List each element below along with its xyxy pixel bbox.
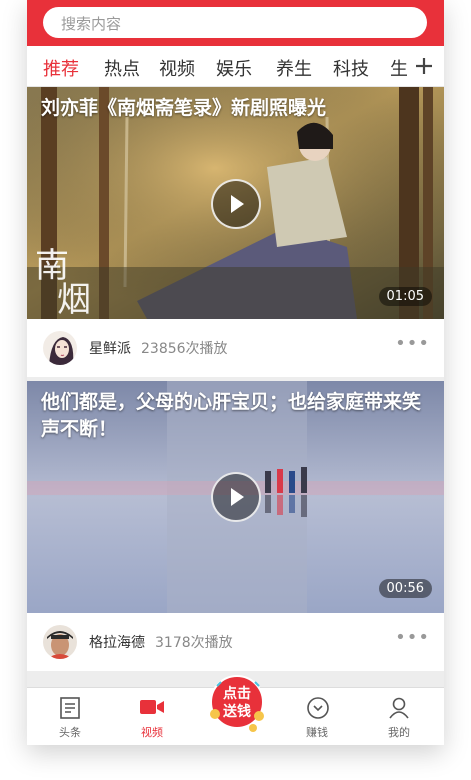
nav-earn-label: 赚钱 (306, 726, 328, 739)
more-options-icon[interactable]: ••• (395, 627, 430, 648)
tab-health[interactable]: 养生 (276, 55, 312, 81)
more-options-icon[interactable]: ••• (395, 333, 430, 354)
play-icon (231, 195, 244, 213)
category-tabs: 推荐 热点 视频 娱乐 养生 科技 生 (27, 46, 444, 87)
tab-tech[interactable]: 科技 (333, 55, 369, 81)
promo-line2: 送钱 (222, 703, 251, 720)
tab-recommend[interactable]: 推荐 (43, 55, 79, 81)
author-name[interactable]: 星鲜派 (89, 338, 131, 358)
video-duration: 01:05 (378, 287, 432, 306)
video-meta: 格拉海德 3178次播放 ••• (27, 613, 444, 671)
avatar[interactable] (43, 625, 77, 659)
promo-line1: 点击 (223, 685, 251, 702)
search-input[interactable]: 搜索内容 (43, 7, 427, 38)
top-bar: 搜索内容 (27, 0, 444, 46)
video-card[interactable]: 南 烟 刘亦菲《南烟斋笔录》新剧照曝光 01:05 星鲜派 23856次播放 •… (27, 87, 444, 377)
play-count: 23856次播放 (141, 341, 228, 357)
video-meta: 星鲜派 23856次播放 ••• (27, 319, 444, 377)
promo-badge[interactable]: 点击 送钱 (207, 672, 267, 734)
news-icon (60, 697, 80, 719)
search-placeholder: 搜索内容 (61, 15, 122, 33)
video-thumbnail[interactable]: 南 烟 刘亦菲《南烟斋笔录》新剧照曝光 01:05 (27, 87, 444, 319)
video-title[interactable]: 刘亦菲《南烟斋笔录》新剧照曝光 (41, 95, 432, 122)
tab-entertainment[interactable]: 娱乐 (216, 55, 252, 81)
play-icon (231, 488, 244, 506)
nav-mine[interactable]: 我的 (364, 688, 434, 745)
nav-mine-label: 我的 (388, 726, 410, 739)
user-icon (389, 697, 409, 719)
nav-news-label: 头条 (59, 726, 81, 739)
play-count: 3178次播放 (155, 635, 233, 651)
nav-earn[interactable]: 赚钱 (282, 688, 352, 745)
video-duration: 00:56 (378, 579, 432, 598)
video-title[interactable]: 他们都是，父母的心肝宝贝；也给家庭带来笑声不断！ (41, 389, 432, 443)
nav-video-label: 视频 (141, 726, 163, 739)
nav-video[interactable]: 视频 (117, 688, 187, 745)
avatar[interactable] (43, 331, 77, 365)
play-button[interactable] (211, 179, 261, 229)
phone-screen: 搜索内容 推荐 热点 视频 娱乐 养生 科技 生 南 烟 刘亦菲《南烟斋笔录》新… (27, 0, 444, 745)
video-card[interactable]: 他们都是，父母的心肝宝贝；也给家庭带来笑声不断！ 00:56 格拉海德 3178… (27, 381, 444, 671)
play-button[interactable] (211, 472, 261, 522)
author-name[interactable]: 格拉海德 (89, 632, 145, 652)
tab-video[interactable]: 视频 (159, 55, 195, 81)
tab-life[interactable]: 生 (390, 55, 407, 81)
plus-icon[interactable] (414, 51, 434, 82)
coin-icon (307, 697, 329, 719)
video-thumbnail[interactable]: 他们都是，父母的心肝宝贝；也给家庭带来笑声不断！ 00:56 (27, 381, 444, 613)
nav-news[interactable]: 头条 (35, 688, 105, 745)
video-icon (140, 700, 164, 714)
tab-hot[interactable]: 热点 (104, 55, 140, 81)
